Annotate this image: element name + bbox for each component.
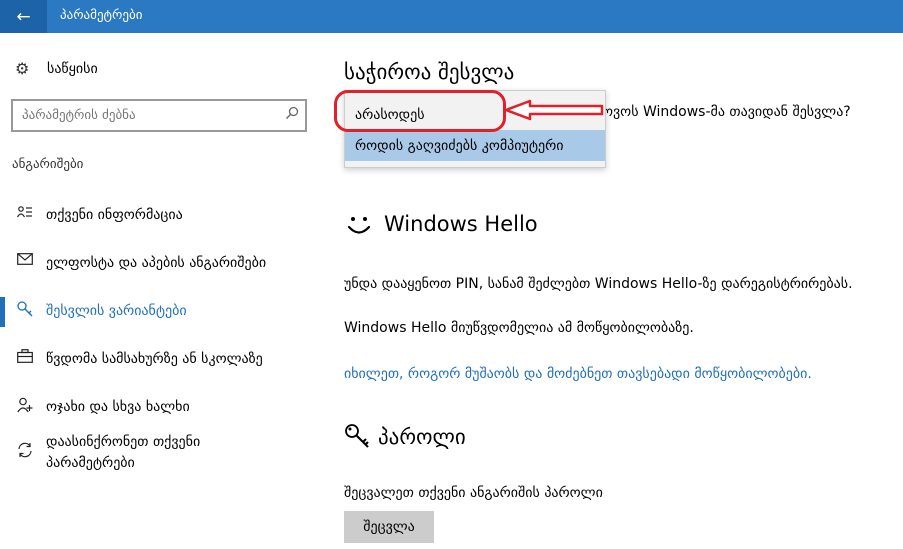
home-label: საწყისი [47, 60, 98, 77]
search-box[interactable] [11, 99, 307, 132]
main-content: საჭიროა შესვლა ოვოს Windows-მა თავიდან შ… [334, 33, 903, 549]
person-add-icon [15, 397, 35, 417]
password-heading: პაროლი [378, 425, 466, 449]
briefcase-icon [15, 349, 35, 367]
gear-icon: ⚙ [15, 59, 30, 78]
sidebar: ⚙ საწყისი ანგარიშები თქვენი ინფორმაცია ე… [0, 33, 320, 549]
arrow-left-icon: ← [16, 6, 31, 27]
dropdown-option-wake[interactable]: როდის გაღვიძებს კომპიუტერი [345, 130, 605, 161]
key-icon [15, 301, 35, 321]
annotation-highlight-circle [334, 90, 506, 132]
sidebar-item-label-line2: პარამეტრები [46, 455, 135, 471]
person-card-icon [15, 205, 35, 223]
key-icon [345, 424, 369, 448]
signin-required-heading: საჭიროა შესვლა [344, 60, 515, 84]
sidebar-item-label: ოჯახი და სხვა ხალხი [46, 399, 190, 415]
sidebar-item-label: შესვლის ვარიანტები [46, 303, 187, 319]
hello-unavailable-text: Windows Hello მიუწვდომელია ამ მოწყობილობ… [344, 320, 694, 336]
search-icon[interactable] [285, 106, 299, 124]
active-indicator [0, 297, 5, 327]
search-input[interactable] [22, 108, 272, 123]
hello-learn-more-link[interactable]: იხილეთ, როგორ მუშაობს და მოძებნეთ თავსებ… [344, 366, 812, 382]
sync-icon [15, 442, 35, 462]
password-change-text: შეცვალეთ თქვენი ანგარიშის პაროლი [344, 485, 603, 501]
mail-icon [15, 253, 35, 269]
home-link[interactable]: ⚙ საწყისი [15, 59, 98, 78]
signin-question: ოვოს Windows-მა თავიდან შესვლა? [602, 104, 851, 120]
back-button[interactable]: ← [0, 0, 47, 33]
section-heading: ანგარიშები [12, 157, 84, 172]
windows-hello-heading: Windows Hello [384, 212, 538, 236]
smile-icon [347, 217, 371, 234]
sidebar-item-label: დაასინქრონეთ თქვენი [46, 434, 201, 450]
title-bar: ← პარამეტრები [0, 0, 903, 33]
change-password-button[interactable]: შეცვლა [344, 511, 434, 543]
hello-pin-text: უნდა დააყენოთ PIN, სანამ შეძლებთ Windows… [344, 276, 853, 292]
annotation-arrow-icon [504, 99, 604, 121]
sidebar-item-label: წვდომა სამსახურზე ან სკოლაზე [46, 351, 263, 367]
window-title: პარამეტრები [60, 8, 143, 23]
sidebar-item-label: ელფოსტა და აპების ანგარიშები [46, 255, 267, 271]
sidebar-item-label: თქვენი ინფორმაცია [46, 207, 183, 223]
